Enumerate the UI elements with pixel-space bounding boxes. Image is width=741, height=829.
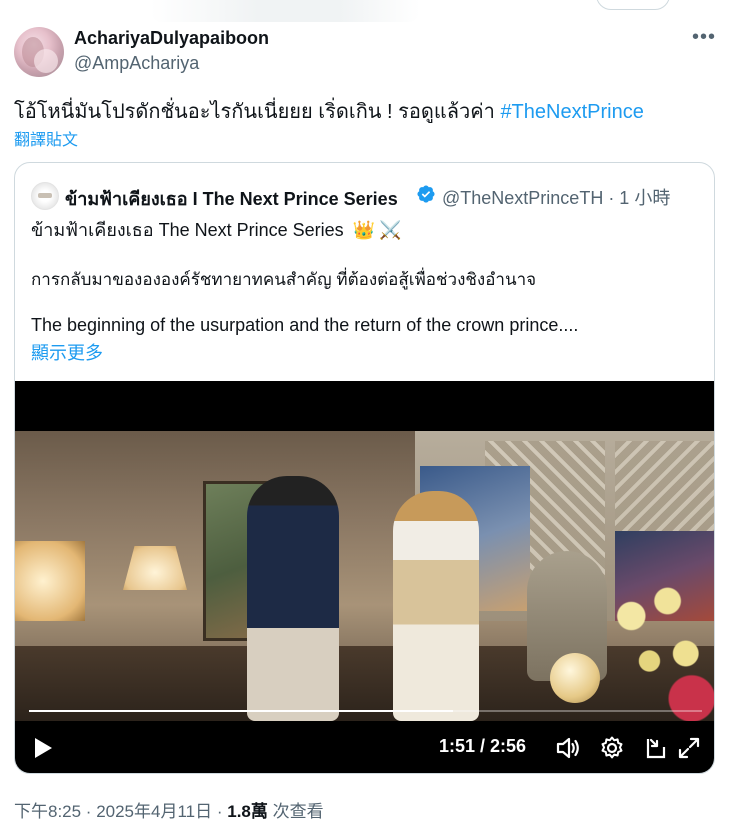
quoted-line-2: การกลับมาของององค์รัชทายาทคนสำคัญ ที่ต้อ… bbox=[31, 270, 537, 289]
volume-icon[interactable] bbox=[555, 735, 581, 761]
video-progress-fill bbox=[29, 710, 453, 712]
author-avatar[interactable] bbox=[14, 27, 64, 77]
crossed-swords-icon: ⚔️ bbox=[379, 220, 402, 240]
tweet-metadata: 下午8:25 · 2025年4月11日 · 1.8萬 次查看 bbox=[14, 797, 324, 822]
quoted-avatar[interactable] bbox=[31, 182, 59, 210]
quoted-line-1: ข้ามฟ้าเคียงเธอ The Next Prince Series 👑… bbox=[31, 215, 402, 244]
quoted-line-3: The beginning of the usurpation and the … bbox=[31, 315, 579, 335]
show-more-link[interactable]: 顯示更多 bbox=[31, 339, 103, 365]
play-icon[interactable] bbox=[33, 737, 53, 759]
view-count-label: 次查看 bbox=[267, 802, 324, 821]
translate-post-link[interactable]: 翻譯貼文 bbox=[14, 126, 78, 150]
hashtag-link[interactable]: #TheNextPrince bbox=[500, 101, 643, 123]
author-handle[interactable]: @AmpAchariya bbox=[74, 53, 199, 74]
video-frame bbox=[15, 431, 714, 721]
quoted-tweet-card[interactable]: ข้ามฟ้าเคียงเธอ I The Next Prince Series… bbox=[14, 162, 715, 774]
author-display-name[interactable]: AchariyaDulyapaiboon bbox=[74, 28, 269, 49]
tweet-body: โอ้โหนี่มันโปรดักชั่นอะไรกันเนี่ยยย เริ่… bbox=[14, 101, 501, 123]
crown-icon: 👑 bbox=[352, 220, 376, 240]
tweet-timestamp[interactable]: 下午8:25 · 2025年4月11日 · bbox=[14, 802, 227, 821]
quoted-handle-time[interactable]: @TheNextPrinceTH · 1 小時 bbox=[442, 184, 670, 210]
tweet-text: โอ้โหนี่มันโปรดักชั่นอะไรกันเนี่ยยย เริ่… bbox=[14, 95, 644, 127]
video-player[interactable]: 1:51 / 2:56 bbox=[15, 381, 714, 773]
quoted-line-1-text: ข้ามฟ้าเคียงเธอ The Next Prince Series bbox=[31, 220, 344, 240]
picture-in-picture-icon[interactable] bbox=[643, 735, 669, 761]
video-progress-bar[interactable] bbox=[29, 710, 702, 712]
settings-gear-icon[interactable] bbox=[599, 735, 625, 761]
verified-badge-icon bbox=[417, 185, 435, 203]
previous-content-fade bbox=[150, 0, 420, 22]
video-time: 1:51 / 2:56 bbox=[439, 736, 527, 756]
more-icon[interactable]: ••• bbox=[692, 26, 716, 49]
top-button-edge[interactable] bbox=[596, 0, 670, 10]
view-count: 1.8萬 bbox=[227, 802, 268, 821]
video-controls: 1:51 / 2:56 bbox=[15, 721, 714, 773]
quoted-display-name[interactable]: ข้ามฟ้าเคียงเธอ I The Next Prince Series bbox=[65, 184, 398, 213]
fullscreen-icon[interactable] bbox=[676, 735, 702, 761]
